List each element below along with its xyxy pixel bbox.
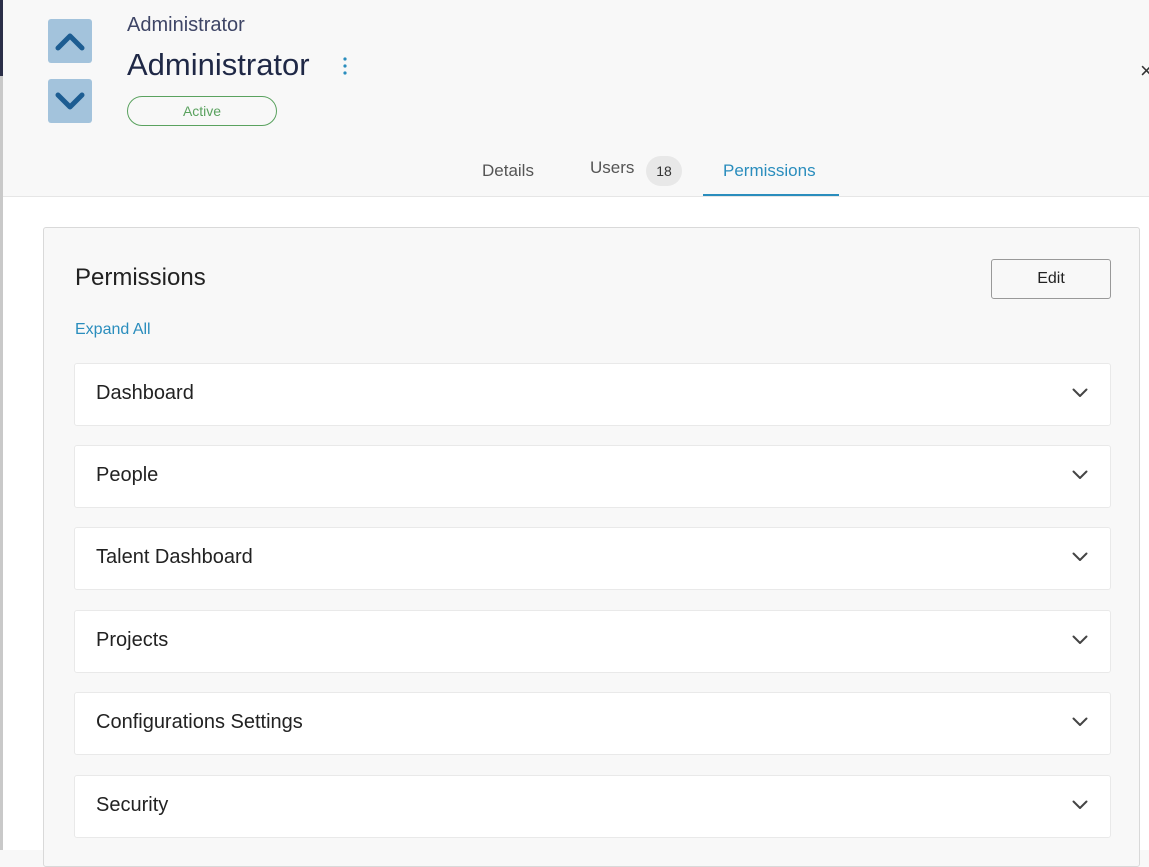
chevron-down-icon [55,92,85,110]
permissions-title: Permissions [75,264,206,291]
kebab-menu-icon [343,57,347,75]
section-label: Security [96,794,169,816]
record-subtitle: Administrator [127,14,245,36]
chevron-down-icon [1072,470,1088,479]
tab-permissions[interactable]: Permissions [723,161,816,181]
more-options-button[interactable] [338,56,352,76]
section-configurations-settings[interactable]: Configurations Settings [74,692,1111,755]
close-icon[interactable]: × [1140,58,1149,84]
section-people[interactable]: People [74,445,1111,508]
section-talent-dashboard[interactable]: Talent Dashboard [74,527,1111,590]
chevron-down-icon [1072,388,1088,397]
section-label: Talent Dashboard [96,546,253,568]
section-dashboard[interactable]: Dashboard [74,363,1111,426]
section-projects[interactable]: Projects [74,610,1111,673]
section-security[interactable]: Security [74,775,1111,838]
edit-button[interactable]: Edit [991,259,1111,299]
tab-details[interactable]: Details [482,161,534,181]
users-count-badge: 18 [646,156,682,186]
section-label: Projects [96,629,169,651]
chevron-down-icon [1072,717,1088,726]
chevron-down-icon [1072,635,1088,644]
active-tab-indicator [703,194,839,196]
page-title: Administrator [127,47,310,82]
status-badge: Active [127,96,277,126]
chevron-up-icon [55,33,85,51]
section-label: People [96,464,159,486]
tab-users[interactable]: Users [590,158,634,178]
chevron-down-icon [1072,552,1088,561]
section-label: Dashboard [96,382,194,404]
previous-record-button[interactable] [48,19,92,63]
section-label: Configurations Settings [96,711,303,733]
next-record-button[interactable] [48,79,92,123]
expand-all-link[interactable]: Expand All [75,321,151,339]
chevron-down-icon [1072,800,1088,809]
